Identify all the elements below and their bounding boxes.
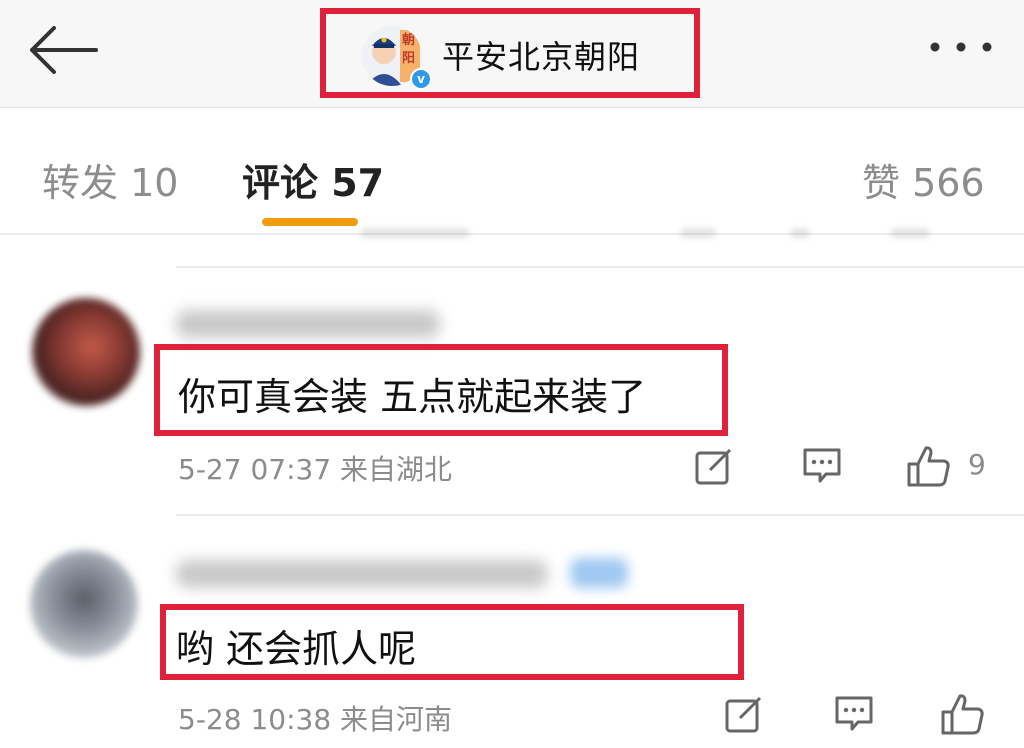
verified-badge-icon: v [410,68,432,90]
like-thumb-icon[interactable] [940,692,986,736]
tab-comments[interactable]: 评论 57 [242,152,384,207]
reply-comment-icon[interactable] [802,446,842,486]
like-count: 9 [968,448,986,481]
comment-text: 哟 还会抓人呢 [176,627,417,671]
commenter-name-blurred [176,310,440,338]
like-thumb-icon[interactable] [906,444,952,488]
member-badge-blurred [570,558,628,588]
commenter-avatar[interactable] [30,550,138,658]
comment-meta: 5-27 07:37 来自湖北 [178,453,453,486]
title-highlight-box: 朝阳 v 平安北京朝阳 [320,8,700,98]
comment-divider [176,514,1024,516]
page-title: 平安北京朝阳 [442,38,641,76]
tab-repost[interactable]: 转发 10 [42,152,178,207]
repost-comment-icon[interactable] [694,448,734,486]
comment-divider [176,266,1024,268]
commenter-avatar[interactable] [32,298,140,406]
comment-text: 你可真会装 五点就起来装了 [178,375,647,419]
back-arrow-icon[interactable] [24,20,100,80]
top-bar: 朝阳 v 平安北京朝阳 [0,0,1024,108]
repost-comment-icon[interactable] [724,696,764,734]
tab-likes[interactable]: 赞 566 [862,152,985,207]
tab-bar: 转发 10 评论 57 赞 566 [0,110,1024,234]
previous-comment-actions [180,228,980,242]
commenter-name-blurred [176,560,548,588]
reply-comment-icon[interactable] [834,694,874,734]
active-tab-indicator [262,218,358,226]
comment-meta: 5-28 10:38 来自河南 [178,703,453,736]
more-dots-icon[interactable] [925,30,997,64]
avatar-glyph: 朝阳 [402,33,416,66]
